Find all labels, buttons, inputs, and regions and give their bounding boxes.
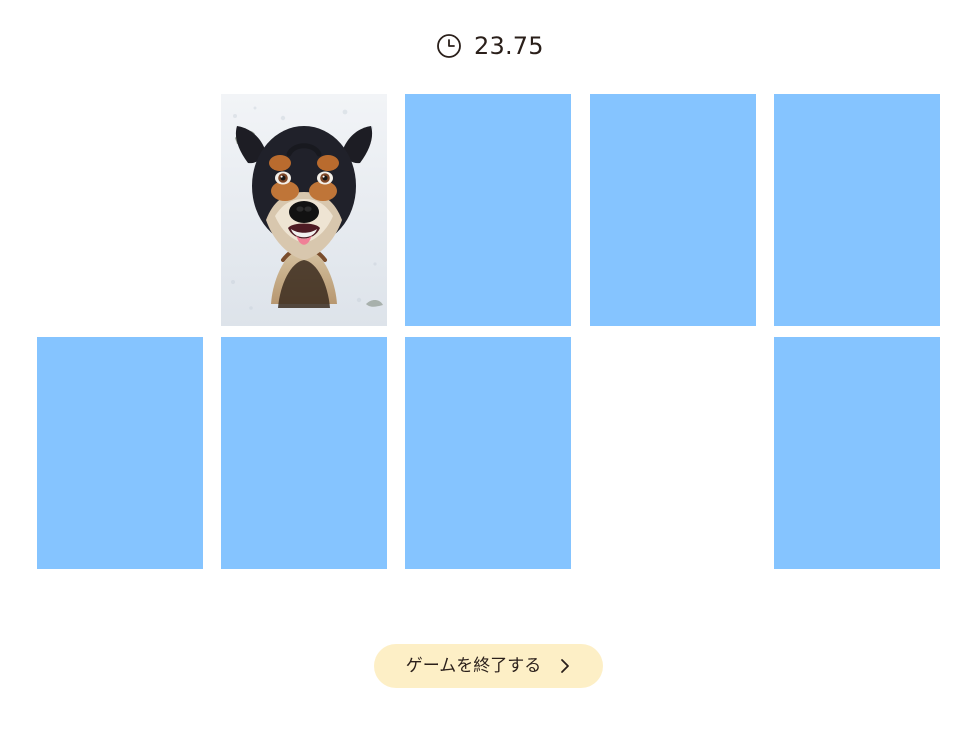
chevron-right-icon (561, 659, 570, 673)
timer-value: 23.75 (474, 32, 544, 60)
card-face-down[interactable] (774, 94, 940, 326)
card-face-down[interactable] (590, 94, 756, 326)
card-empty-slot (37, 94, 203, 326)
card-empty-slot (590, 337, 756, 569)
clock-icon (437, 34, 461, 58)
memory-card-grid (37, 94, 940, 570)
card-face-down[interactable] (405, 94, 571, 326)
card-revealed[interactable] (221, 94, 387, 326)
finish-game-label: ゲームを終了する (405, 655, 542, 676)
card-face-down[interactable] (221, 337, 387, 569)
card-face-down[interactable] (774, 337, 940, 569)
card-face-down[interactable] (37, 337, 203, 569)
dog-photo (221, 94, 387, 326)
game-timer: 23.75 (436, 30, 544, 62)
card-face-down[interactable] (405, 337, 571, 569)
finish-game-button[interactable]: ゲームを終了する (374, 644, 603, 688)
